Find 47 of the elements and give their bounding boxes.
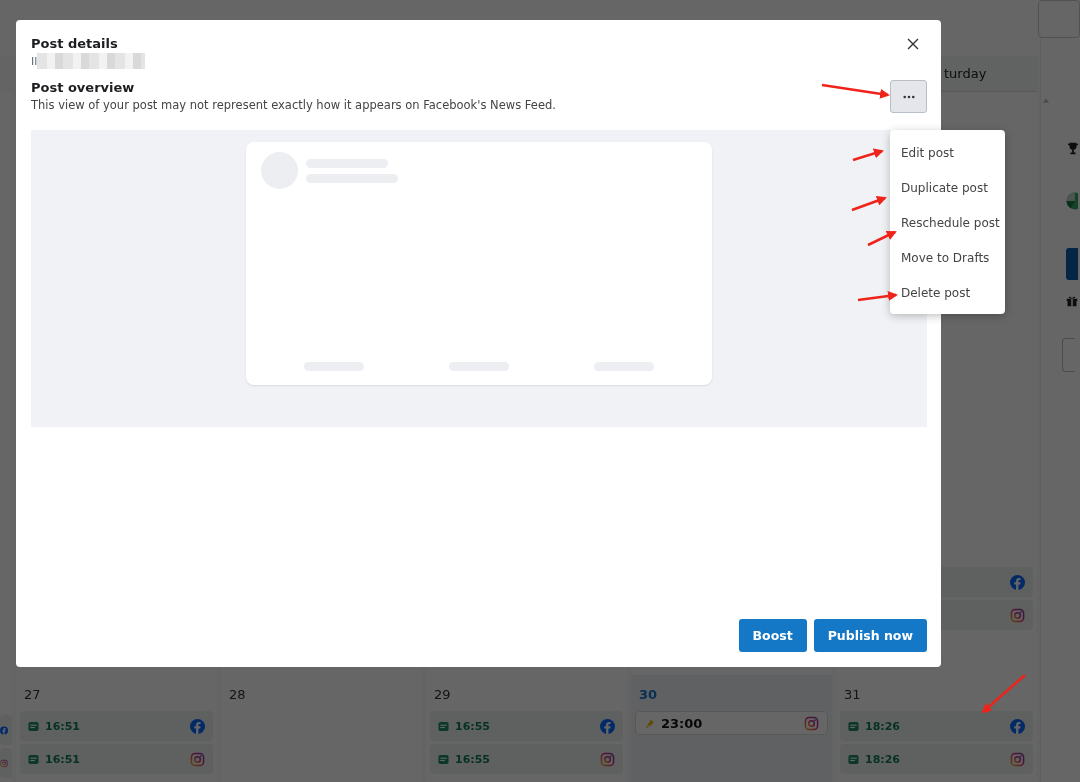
event-time: 18:26 <box>865 719 900 733</box>
event-time: 16:51 <box>45 752 80 766</box>
close-button[interactable] <box>905 36 921 52</box>
action-button[interactable]: Boost <box>738 619 807 652</box>
annotation-arrow <box>821 83 890 99</box>
action-button[interactable]: Publish now <box>813 619 927 652</box>
post-icon <box>438 753 449 765</box>
more-button[interactable] <box>890 80 927 113</box>
event-time: 16:51 <box>45 719 80 733</box>
calendar-event[interactable] <box>0 748 12 778</box>
subtitle: Il <box>31 54 38 68</box>
pin-icon <box>644 717 655 729</box>
annotation-arrow <box>857 291 898 302</box>
event-time: 16:55 <box>455 752 490 766</box>
menu-item[interactable]: Edit post <box>890 135 1005 170</box>
post-icon <box>438 720 449 732</box>
description: This view of your post may not represent exactly how it appears on Facebook's News Feed. <box>31 98 556 112</box>
side-field[interactable] <box>1062 338 1075 372</box>
calendar-event[interactable] <box>0 715 12 745</box>
trophy-icon <box>1066 140 1080 156</box>
dialog-title: Post details <box>31 36 119 51</box>
day-number: 30 <box>638 686 659 704</box>
day-number: 29 <box>433 686 452 704</box>
event-time: 18:26 <box>865 752 900 766</box>
menu-item[interactable]: Reschedule post <box>890 205 1005 240</box>
menu-item[interactable]: Delete post <box>890 275 1005 310</box>
day-number: 27 <box>23 686 42 704</box>
day-number: 28 <box>228 686 247 704</box>
post-icon <box>848 753 859 765</box>
scroll-up-icon[interactable] <box>1043 98 1049 103</box>
more-icon <box>902 94 915 99</box>
annotation-arrow <box>852 148 884 162</box>
day-number: 31 <box>843 686 862 704</box>
annotation-arrow <box>867 230 897 247</box>
post-icon <box>848 720 859 732</box>
event-time: 16:55 <box>455 719 490 733</box>
section-title: Post overview <box>31 80 136 95</box>
annotation-arrow <box>981 674 1026 714</box>
side-button[interactable] <box>1066 248 1078 280</box>
annotation-arrow <box>851 196 887 212</box>
event-time: 23:00 <box>661 715 703 731</box>
calendar-event[interactable]: 23:00 <box>635 711 828 735</box>
menu-item[interactable]: Move to Drafts <box>890 240 1005 275</box>
close-icon <box>907 38 919 50</box>
menu-item[interactable]: Duplicate post <box>890 170 1005 205</box>
post-icon <box>28 753 39 765</box>
post-icon <box>28 720 39 732</box>
